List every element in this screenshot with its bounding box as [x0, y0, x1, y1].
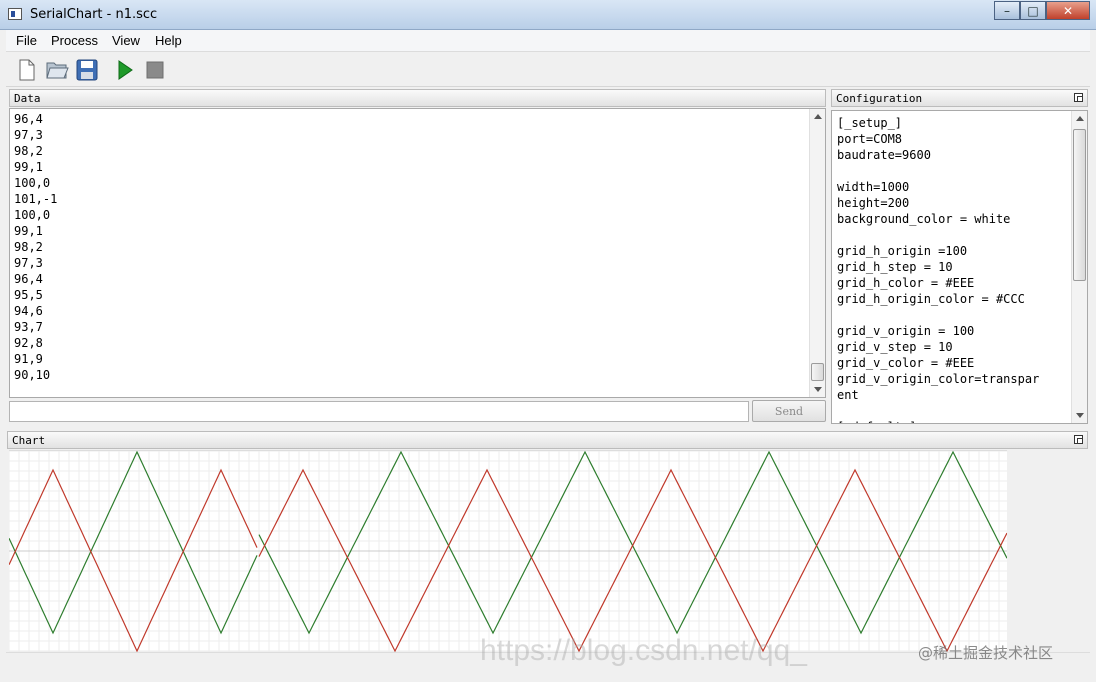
scroll-thumb[interactable]: [811, 363, 824, 381]
config-line: grid_h_origin_color = #CCC: [837, 292, 1025, 306]
menu-file[interactable]: File: [16, 33, 37, 48]
maximize-button[interactable]: □: [1020, 1, 1046, 20]
data-line: 101,-1: [14, 192, 58, 206]
menu-process[interactable]: Process: [51, 33, 98, 48]
config-line: grid_v_origin_color=transpar: [837, 372, 1040, 386]
stop-icon[interactable]: [142, 57, 168, 83]
scroll-thumb[interactable]: [1073, 129, 1086, 281]
data-line: 95,5: [14, 288, 43, 302]
data-line: 98,2: [14, 240, 43, 254]
config-line: grid_v_step = 10: [837, 340, 953, 354]
undock-icon[interactable]: [1074, 93, 1083, 102]
close-button[interactable]: ✕: [1046, 1, 1090, 20]
config-line: background_color = white: [837, 212, 1011, 226]
config-editor[interactable]: [_setup_] port=COM8 baudrate=9600 width=100…: [831, 110, 1088, 424]
chart-canvas: [9, 450, 1007, 652]
chart-svg: [9, 451, 1007, 652]
menu-view[interactable]: View: [112, 33, 140, 48]
title-bar: SerialChart - n1.scc – □ ✕: [0, 0, 1096, 30]
menu-help[interactable]: Help: [155, 33, 182, 48]
watermark-site: @稀土掘金技术社区: [918, 644, 1054, 662]
config-line: grid_v_origin = 100: [837, 324, 975, 338]
config-line: [_default_]: [837, 419, 1082, 423]
data-line: 100,0: [14, 176, 51, 190]
chart-panel-header: Chart: [7, 431, 1088, 449]
config-line: ent: [837, 388, 859, 402]
run-icon[interactable]: [112, 57, 138, 83]
undock-icon[interactable]: [1074, 435, 1083, 444]
scroll-down-icon[interactable]: [1076, 413, 1084, 418]
app-icon: [8, 8, 22, 20]
minimize-button[interactable]: –: [994, 1, 1020, 20]
scroll-down-icon[interactable]: [814, 387, 822, 392]
config-line: grid_v_color = #EEE: [837, 356, 975, 370]
config-scrollbar[interactable]: [1071, 111, 1087, 423]
data-log[interactable]: 96,4 97,3 98,2 99,1 100,0 101,-1 100,0 99,1 98,2…: [9, 108, 826, 398]
config-line: port=COM8: [837, 132, 903, 146]
data-line: 92,8: [14, 336, 43, 350]
data-lines: 96,4 97,3 98,2 99,1 100,0 101,-1 100,0 99,1 98,2…: [14, 111, 821, 383]
window-title: SerialChart - n1.scc: [30, 7, 158, 22]
toolbar: [6, 53, 1090, 87]
config-panel-title: Configuration: [836, 92, 923, 105]
data-line: 96,4: [14, 112, 43, 126]
config-line: grid_h_step = 10: [837, 260, 953, 274]
data-line: 97,3: [14, 128, 43, 142]
menu-bar: File Process View Help: [6, 30, 1090, 52]
data-line: 91,9: [14, 352, 43, 366]
data-line: 94,6: [14, 304, 43, 318]
send-button[interactable]: Send: [752, 400, 826, 422]
config-line: grid_h_color = #EEE: [837, 276, 975, 290]
watermark-url: https://blog.csdn.net/qq_: [480, 634, 807, 667]
scroll-up-icon[interactable]: [814, 114, 822, 119]
config-lines: [_setup_] port=COM8 baudrate=9600 width=100…: [837, 115, 1082, 423]
data-line: 99,1: [14, 224, 43, 238]
config-panel-header: Configuration: [831, 89, 1088, 107]
config-line: width=1000: [837, 180, 910, 194]
config-line: height=200: [837, 196, 910, 210]
open-folder-icon[interactable]: [44, 57, 70, 83]
config-line: [837, 163, 1082, 179]
data-line: 98,2: [14, 144, 43, 158]
data-line: 96,4: [14, 272, 43, 286]
chart-panel-title: Chart: [12, 434, 46, 447]
data-line: 100,0: [14, 208, 51, 222]
data-panel-title: Data: [14, 92, 41, 105]
config-line: [837, 227, 1082, 243]
data-line: 93,7: [14, 320, 43, 334]
data-line: 97,3: [14, 256, 43, 270]
series-green-line: [9, 451, 258, 635]
config-line: [837, 307, 1082, 323]
config-line: grid_h_origin =100: [837, 244, 968, 258]
data-line: 90,10: [14, 368, 51, 382]
data-scrollbar[interactable]: [809, 109, 825, 397]
data-panel-header: Data: [9, 89, 826, 107]
config-line: [837, 403, 1082, 419]
new-file-icon[interactable]: [14, 57, 40, 83]
series-green-line: [258, 451, 1007, 635]
scroll-up-icon[interactable]: [1076, 116, 1084, 121]
config-line: baudrate=9600: [837, 148, 931, 162]
send-input[interactable]: [9, 401, 749, 422]
data-line: 99,1: [14, 160, 43, 174]
save-icon[interactable]: [74, 57, 100, 83]
config-line: [_setup_]: [837, 116, 903, 130]
window-controls: – □ ✕: [994, 1, 1090, 21]
